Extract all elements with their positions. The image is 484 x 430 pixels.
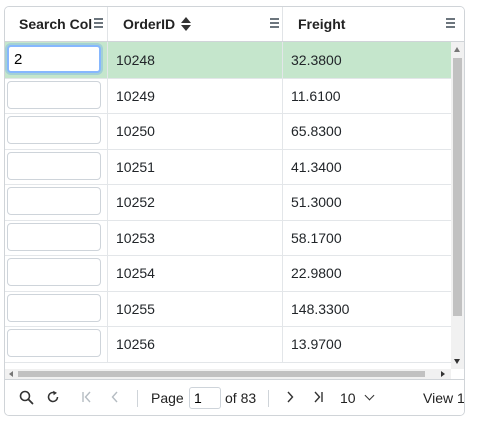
freight-value: 65.8300 [291, 123, 342, 139]
column-title: Freight [298, 16, 346, 32]
orderid-cell[interactable]: 10254 [107, 255, 283, 291]
search-cell [5, 326, 108, 362]
search-cell [5, 42, 108, 78]
column-menu-icon[interactable] [270, 18, 279, 28]
orderid-value: 10253 [116, 229, 155, 246]
orderid-value: 10248 [116, 52, 155, 68]
orderid-cell[interactable]: 10253 [107, 219, 283, 255]
table-row[interactable]: 10252 51.3000 [5, 184, 451, 221]
pager-divider [268, 390, 269, 407]
freight-cell[interactable]: 32.3800 [282, 42, 451, 78]
last-page-icon[interactable] [311, 390, 325, 406]
column-menu-icon[interactable] [94, 18, 103, 28]
search-cell [5, 113, 108, 149]
horizontal-scrollbar[interactable] [5, 369, 451, 379]
table-row[interactable]: 10253 58.1700 [5, 219, 451, 256]
freight-value: 11.6100 [291, 87, 341, 104]
grid-header: Search Col OrderID Freight [5, 7, 464, 42]
first-page-icon[interactable] [80, 390, 94, 406]
search-input[interactable] [7, 151, 101, 180]
freight-value: 58.1700 [291, 229, 342, 246]
freight-cell[interactable]: 11.6100 [282, 78, 451, 114]
orderid-cell[interactable]: 10248 [107, 42, 283, 78]
prev-page-icon[interactable] [108, 390, 122, 406]
orderid-cell[interactable]: 10250 [107, 113, 283, 149]
freight-cell[interactable]: 41.3400 [282, 149, 451, 185]
freight-value: 22.9800 [291, 265, 342, 281]
table-row[interactable]: 10249 11.6100 [5, 77, 451, 114]
sort-icon[interactable] [181, 17, 191, 31]
column-header-orderid[interactable]: OrderID [107, 7, 283, 41]
page-number-input[interactable] [189, 387, 221, 409]
table-row[interactable]: 10254 22.9800 [5, 255, 451, 292]
data-grid: Search Col OrderID Freight 10248 32.3800… [4, 6, 465, 416]
scroll-up-icon[interactable] [454, 47, 460, 52]
search-input[interactable] [7, 80, 101, 109]
table-row[interactable]: 10251 41.3400 [5, 148, 451, 185]
freight-cell[interactable]: 65.8300 [282, 113, 451, 149]
table-row[interactable]: 10255 148.3300 [5, 290, 451, 327]
column-title: Search Col [19, 16, 93, 32]
freight-cell[interactable]: 22.9800 [282, 255, 451, 291]
orderid-value: 10255 [116, 300, 155, 317]
table-row[interactable]: 10250 65.8300 [5, 113, 451, 150]
search-input[interactable] [7, 187, 101, 215]
orderid-cell[interactable]: 10251 [107, 148, 283, 184]
orderid-cell[interactable]: 10252 [107, 184, 283, 220]
search-cell [5, 219, 108, 255]
freight-cell[interactable]: 51.3000 [282, 184, 451, 220]
search-input[interactable] [7, 258, 101, 286]
freight-value: 13.9700 [291, 336, 342, 352]
search-cell [5, 184, 108, 220]
freight-value: 148.3300 [291, 300, 350, 317]
freight-value: 41.3400 [291, 158, 342, 175]
column-header-search[interactable]: Search Col [5, 7, 108, 41]
freight-cell[interactable]: 13.9700 [282, 326, 451, 362]
scroll-down-icon[interactable] [454, 359, 460, 364]
search-input[interactable] [7, 45, 101, 73]
search-input[interactable] [7, 222, 101, 251]
search-input[interactable] [7, 329, 101, 357]
orderid-value: 10256 [116, 336, 155, 352]
freight-cell[interactable]: 148.3300 [282, 291, 451, 327]
search-input[interactable] [7, 116, 101, 144]
orderid-value: 10252 [116, 194, 155, 210]
freight-cell[interactable]: 58.1700 [282, 220, 451, 256]
search-cell [5, 77, 108, 113]
column-menu-icon[interactable] [446, 18, 455, 28]
search-input[interactable] [7, 293, 101, 322]
orderid-value: 10249 [116, 87, 155, 104]
search-icon[interactable] [18, 390, 34, 406]
vertical-scrollbar[interactable] [451, 42, 464, 369]
chevron-down-icon[interactable] [364, 390, 375, 401]
search-cell [5, 290, 108, 326]
table-row[interactable]: 10248 32.3800 [5, 42, 451, 79]
orderid-value: 10251 [116, 158, 155, 175]
table-row[interactable]: 10256 13.9700 [5, 326, 451, 363]
scroll-left-icon[interactable] [9, 371, 13, 377]
page-label: Page [151, 390, 184, 406]
view-records-label: View 1 [423, 390, 465, 406]
search-cell [5, 255, 108, 291]
orderid-cell[interactable]: 10255 [107, 290, 283, 326]
pager-divider [137, 390, 138, 407]
scroll-right-icon[interactable] [441, 371, 445, 377]
scroll-thumb[interactable] [18, 371, 425, 377]
freight-value: 32.3800 [291, 52, 342, 68]
orderid-cell[interactable]: 10249 [107, 77, 283, 113]
next-page-icon[interactable] [284, 390, 296, 406]
page-count-label: of 83 [225, 390, 257, 406]
search-cell [5, 148, 108, 184]
column-title: OrderID [123, 16, 176, 32]
scroll-thumb[interactable] [453, 58, 462, 316]
grid-body: 10248 32.3800 10249 11.6100 10250 65.830… [5, 42, 451, 369]
freight-value: 51.3000 [291, 194, 342, 210]
orderid-cell[interactable]: 10256 [107, 326, 283, 362]
refresh-icon[interactable] [45, 390, 61, 406]
pager: Page of 83 10 View 1 [5, 379, 465, 415]
orderid-value: 10250 [116, 123, 155, 139]
page-size-select[interactable]: 10 [340, 390, 356, 406]
column-header-freight[interactable]: Freight [282, 7, 464, 41]
orderid-value: 10254 [116, 265, 155, 281]
